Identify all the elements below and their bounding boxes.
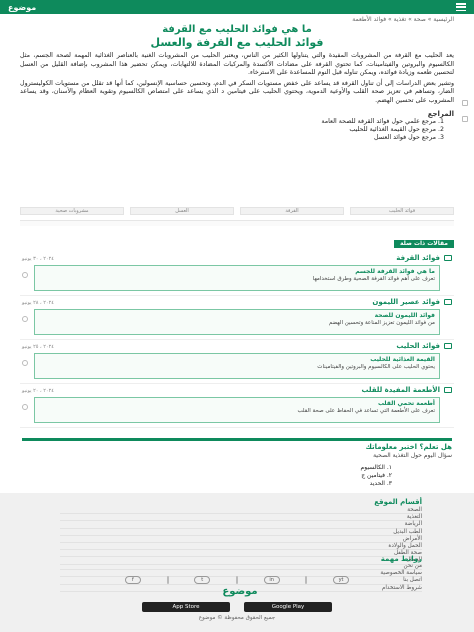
summary-heading: أطعمة تحمي القلب (377, 400, 435, 407)
reference-item[interactable]: مرجع حول القيمة الغذائية للحليب (20, 126, 436, 134)
related-article-item[interactable]: الأطعمة المفيدة للقلب ٢٠٢٤ ، ٢٠ يونيو أط… (20, 384, 454, 428)
related-article-summary[interactable]: ما هي فوائد القرفة للجسم تعرف على أهم فو… (34, 265, 440, 291)
footer-link[interactable]: الصحة (60, 507, 422, 515)
article-body: فوائد الحليب مع القرفة والعسل يعد الحليب… (20, 36, 454, 143)
references-heading: المراجع (427, 109, 454, 118)
app-store-button[interactable]: App Store (142, 602, 230, 612)
summary-heading: ما هي فوائد القرفة للجسم (355, 268, 435, 275)
related-article-date: ٢٠٢٤ ، ٢٥ يونيو (22, 344, 54, 350)
quiz-box: هل تعلم؟ اختبر معلوماتك سؤال اليوم حول ا… (22, 438, 452, 490)
twitter-icon[interactable]: t (194, 576, 211, 584)
article-paragraph: وتشير بعض الدراسات إلى أن تناول القرفة ق… (20, 79, 454, 104)
copyright-text: جميع الحقوق محفوظة © موضوع (198, 615, 276, 621)
related-article-item[interactable]: فوائد القرفة ٢٠٢٤ ، ٣٠ يونيو ما هي فوائد… (20, 252, 454, 296)
related-article-summary[interactable]: القيمة الغذائية للحليب يحتوي الحليب على … (34, 353, 440, 379)
summary-heading: فوائد الليمون للصحة (374, 312, 435, 319)
footer-link[interactable]: صحة الطفل (60, 550, 422, 558)
article-icon (444, 299, 452, 305)
related-article-title[interactable]: فوائد عصير الليمون (372, 298, 440, 307)
linkedin-icon[interactable]: in (263, 576, 280, 584)
separator (166, 576, 169, 584)
related-article-date: ٢٠٢٤ ، ٣٠ يونيو (22, 256, 54, 262)
summary-text: تعرف على أهم فوائد القرفة الصحية وطرق اس… (312, 276, 435, 282)
top-nav-bar: موضوع (0, 0, 474, 14)
reference-item[interactable]: مرجع حول فوائد العسل (20, 134, 436, 142)
site-logo[interactable]: موضوع (8, 3, 36, 12)
separator (235, 576, 238, 584)
share-icon[interactable] (462, 100, 468, 106)
summary-text: تعرف على الأطعمة التي تساعد في الحفاظ عل… (297, 408, 435, 414)
arrow-icon[interactable] (22, 316, 28, 322)
related-article-summary[interactable]: فوائد الليمون للصحة من فوائد الليمون تعز… (34, 309, 440, 335)
arrow-icon[interactable] (22, 404, 28, 410)
article-icon (444, 343, 452, 349)
article-icon (444, 387, 452, 393)
footer-link[interactable]: من نحن (60, 563, 422, 571)
social-links: f t in yt (112, 576, 362, 584)
quiz-option[interactable]: ٢. فيتامين ج (22, 472, 392, 480)
footer-links: الصحة التغذية الرياضة الطب البديل الأمرا… (60, 507, 422, 565)
footer-link[interactable]: الحمل والولادة (60, 543, 422, 551)
quiz-title: هل تعلم؟ اختبر معلوماتك (365, 443, 452, 451)
breadcrumb[interactable]: الرئيسية » صحة » تغذية » فوائد الأطعمة (20, 16, 454, 23)
footer-section-title: أقسام الموقع (374, 498, 422, 506)
related-article-date: ٢٠٢٤ ، ٢٨ يونيو (22, 300, 54, 306)
related-article-title[interactable]: الأطعمة المفيدة للقلب (361, 386, 440, 395)
arrow-icon[interactable] (22, 272, 28, 278)
related-article-summary[interactable]: أطعمة تحمي القلب تعرف على الأطعمة التي ت… (34, 397, 440, 423)
app-store-badges: App Store Google Play (142, 602, 332, 612)
youtube-icon[interactable]: yt (333, 576, 350, 584)
related-article-item[interactable]: فوائد الحليب ٢٠٢٤ ، ٢٥ يونيو القيمة الغذ… (20, 340, 454, 384)
related-article-item[interactable]: فوائد عصير الليمون ٢٠٢٤ ، ٢٨ يونيو فوائد… (20, 296, 454, 340)
separator (305, 576, 308, 584)
footer-link[interactable]: الرياضة (60, 521, 422, 529)
summary-text: من فوائد الليمون تعزيز المناعة وتحسين ال… (328, 320, 435, 326)
quiz-option[interactable]: ١. الكالسيوم (22, 464, 393, 472)
page-title: ما هي فوائد الحليب مع القرفة (162, 24, 312, 35)
footer-section-title: روابط مهمة (380, 555, 422, 563)
article-title: فوائد الحليب مع القرفة والعسل (150, 36, 324, 49)
quiz-accent-bar (22, 438, 452, 441)
footer-logo[interactable]: موضوع (100, 586, 380, 597)
footer-link[interactable]: الطب البديل (60, 529, 422, 536)
related-article-date: ٢٠٢٤ ، ٢٠ يونيو (22, 388, 54, 394)
references-list: مرجع علمي حول فوائد القرفة للصحة العامة … (20, 118, 436, 143)
tag-bar: فوائد الحليب القرفة العسل مشروبات صحية (20, 207, 454, 215)
facebook-icon[interactable]: f (124, 576, 141, 584)
reference-item[interactable]: مرجع علمي حول فوائد القرفة للصحة العامة (20, 118, 436, 126)
tag-chip[interactable]: القرفة (240, 207, 344, 215)
tag-chip[interactable]: فوائد الحليب (350, 207, 454, 215)
related-article-title[interactable]: فوائد القرفة (396, 254, 440, 263)
hamburger-icon[interactable] (456, 3, 466, 11)
related-articles-label: مقالات ذات صلة (394, 240, 454, 248)
related-articles-list: فوائد القرفة ٢٠٢٤ ، ٣٠ يونيو ما هي فوائد… (20, 252, 454, 428)
related-article-title[interactable]: فوائد الحليب (396, 342, 440, 351)
article-icon (444, 255, 452, 261)
article-paragraph: يعد الحليب مع القرفة من المشروبات المفيد… (20, 52, 454, 77)
tag-chip[interactable]: العسل (130, 207, 234, 215)
tag-chip[interactable]: مشروبات صحية (20, 207, 124, 215)
quiz-options: ١. الكالسيوم ٢. فيتامين ج ٣. الحديد (22, 464, 393, 488)
section-divider (20, 220, 454, 226)
summary-heading: القيمة الغذائية للحليب (370, 356, 435, 363)
footer-link[interactable]: الأمراض (60, 536, 422, 544)
bookmark-icon[interactable] (462, 116, 468, 122)
quiz-option[interactable]: ٣. الحديد (22, 480, 392, 488)
google-play-button[interactable]: Google Play (244, 602, 332, 612)
arrow-icon[interactable] (22, 360, 28, 366)
footer-link[interactable]: التغذية (60, 514, 422, 522)
quiz-subtitle: سؤال اليوم حول التغذية الصحية (373, 452, 452, 459)
summary-text: يحتوي الحليب على الكالسيوم والبروتين وال… (317, 364, 435, 370)
